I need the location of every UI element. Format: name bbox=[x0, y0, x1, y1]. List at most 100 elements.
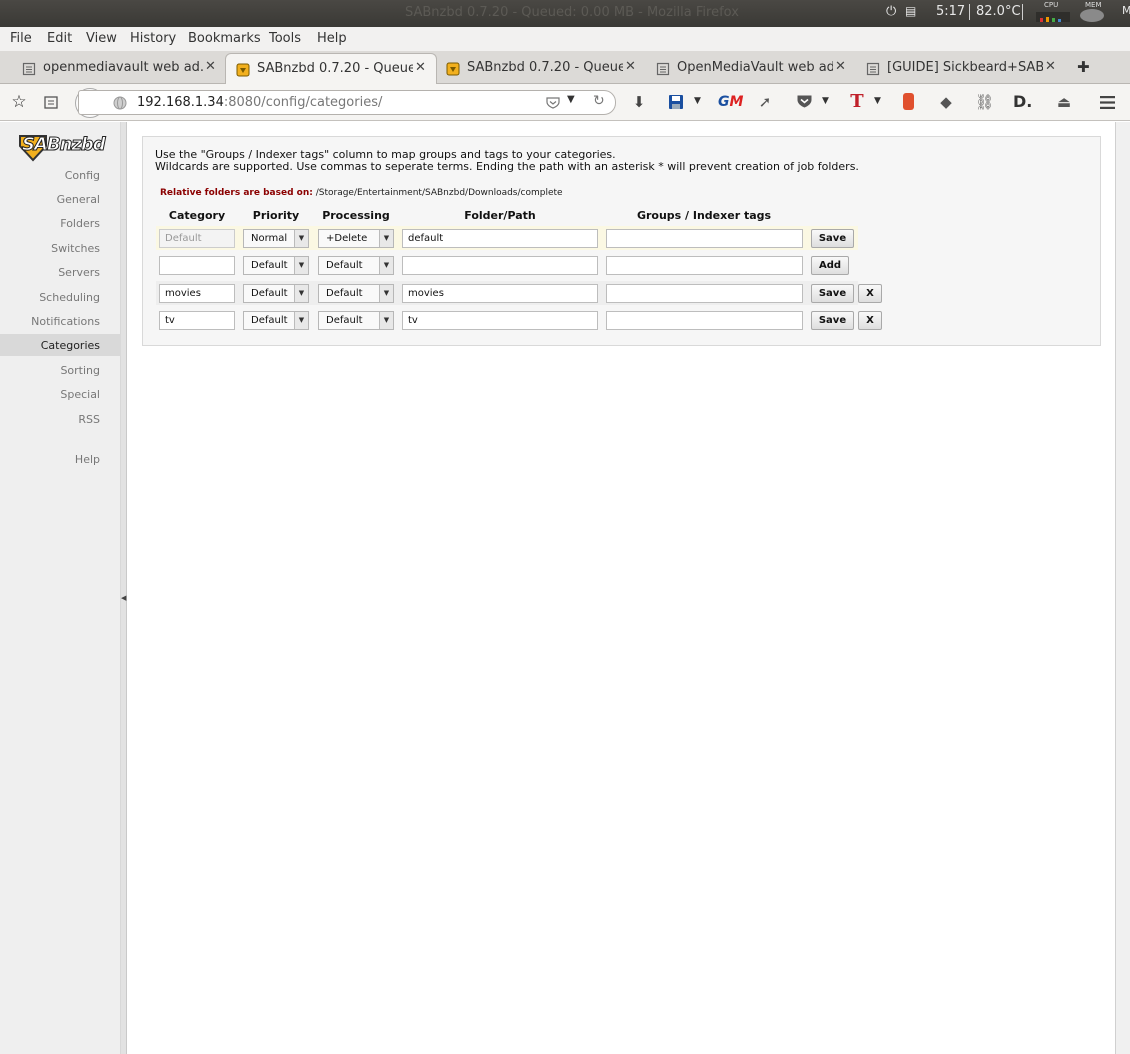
groups-indexer-input[interactable] bbox=[606, 229, 803, 248]
d-extension-icon[interactable]: D. bbox=[1013, 93, 1032, 111]
add-button[interactable]: Add bbox=[811, 256, 849, 275]
delete-button[interactable]: X bbox=[858, 311, 882, 330]
chevron-down-icon: ▼ bbox=[379, 312, 393, 329]
close-icon[interactable]: ✕ bbox=[205, 59, 216, 74]
layers-icon[interactable]: ◆ bbox=[937, 93, 955, 111]
groups-indexer-input[interactable] bbox=[606, 256, 803, 275]
new-category-input[interactable] bbox=[159, 256, 235, 275]
tab-openmediavault-1[interactable]: openmediavault web ad... ✕ bbox=[12, 53, 225, 84]
close-icon[interactable]: ✕ bbox=[1045, 59, 1056, 74]
sidebar-item-notifications[interactable]: Notifications bbox=[31, 315, 100, 328]
cpu-graph[interactable] bbox=[1036, 12, 1070, 22]
priority-select[interactable]: Normal ▼ bbox=[243, 229, 309, 248]
priority-select[interactable]: Default ▼ bbox=[243, 256, 309, 275]
chevron-down-icon[interactable]: ▼ bbox=[567, 94, 575, 105]
tab-label: SABnzbd 0.7.20 - Queued... bbox=[257, 61, 413, 76]
new-tab-plus-icon[interactable]: ✚ bbox=[1077, 58, 1090, 76]
tab-sabnzbd-2[interactable]: SABnzbd 0.7.20 - Queued... ✕ bbox=[436, 53, 646, 84]
sabnzbd-logo[interactable]: SABnzbd bbox=[14, 128, 106, 164]
sidebar-item-servers[interactable]: Servers bbox=[58, 266, 100, 279]
window-title: SABnzbd 0.7.20 - Queued: 0.00 MB - Mozil… bbox=[405, 5, 739, 20]
sidebar-item-general[interactable]: General bbox=[57, 193, 100, 206]
save-button[interactable]: Save bbox=[811, 311, 854, 330]
close-icon[interactable]: ✕ bbox=[415, 60, 426, 75]
chevron-down-icon: ▼ bbox=[294, 285, 308, 302]
sidebar-item-scheduling[interactable]: Scheduling bbox=[39, 291, 100, 304]
sidebar: SABnzbd Config General Folders Switches … bbox=[0, 122, 121, 1054]
temperature-indicator[interactable]: 82.0°C bbox=[976, 4, 1021, 19]
chevron-down-icon[interactable]: ▼ bbox=[694, 96, 701, 106]
globe-icon[interactable] bbox=[113, 96, 127, 110]
page-icon bbox=[866, 62, 880, 76]
pocket-icon[interactable] bbox=[796, 94, 813, 109]
sidebar-item-categories[interactable]: Categories bbox=[41, 339, 100, 352]
puzzle-extension-icon[interactable]: ⛓ bbox=[975, 93, 994, 111]
folder-path-input[interactable]: movies bbox=[402, 284, 598, 303]
bookmark-star-icon[interactable]: ☆ bbox=[10, 93, 28, 111]
reload-icon[interactable]: ↻ bbox=[593, 93, 605, 109]
processing-select[interactable]: Default ▼ bbox=[318, 256, 394, 275]
url-bar[interactable]: 192.168.1.34:8080/config/categories/ ▼ ↻ bbox=[78, 90, 616, 115]
menu-file[interactable]: File bbox=[10, 31, 32, 46]
category-input[interactable]: movies bbox=[159, 284, 235, 303]
close-icon[interactable]: ✕ bbox=[625, 59, 636, 74]
tab-label: SABnzbd 0.7.20 - Queued... bbox=[467, 60, 623, 75]
processing-select[interactable]: +Delete ▼ bbox=[318, 229, 394, 248]
sidebar-item-switches[interactable]: Switches bbox=[51, 242, 100, 255]
menu-help[interactable]: Help bbox=[317, 31, 347, 46]
collapse-arrow-icon[interactable]: ◀ bbox=[121, 594, 126, 602]
save-button[interactable]: Save bbox=[811, 229, 854, 248]
sidebar-item-special[interactable]: Special bbox=[60, 388, 100, 401]
inbox-download-icon[interactable]: ⏏ bbox=[1055, 93, 1073, 111]
folder-path-input[interactable]: default bbox=[402, 229, 598, 248]
power-icon[interactable]: ⏻ bbox=[886, 4, 896, 19]
processing-select[interactable]: Default ▼ bbox=[318, 311, 394, 330]
sidebar-item-folders[interactable]: Folders bbox=[60, 217, 100, 230]
delete-button[interactable]: X bbox=[858, 284, 882, 303]
priority-select[interactable]: Default ▼ bbox=[243, 284, 309, 303]
keyboard-icon[interactable]: ▤ bbox=[905, 4, 916, 18]
hamburger-menu-icon[interactable] bbox=[1099, 95, 1116, 110]
menu-view[interactable]: View bbox=[86, 31, 117, 46]
pocket-save-icon[interactable] bbox=[545, 96, 561, 110]
overflow-icon[interactable]: M bbox=[1122, 4, 1130, 17]
mem-graph[interactable] bbox=[1080, 9, 1104, 22]
url-text[interactable]: 192.168.1.34:8080/config/categories/ bbox=[137, 95, 382, 110]
menu-edit[interactable]: Edit bbox=[47, 31, 72, 46]
tab-sabnzbd-active[interactable]: SABnzbd 0.7.20 - Queued... ✕ bbox=[225, 53, 437, 84]
page-content: SABnzbd Config General Folders Switches … bbox=[0, 122, 1130, 1054]
chevron-down-icon: ▼ bbox=[379, 285, 393, 302]
menu-history[interactable]: History bbox=[130, 31, 176, 46]
chevron-down-icon[interactable]: ▼ bbox=[874, 96, 881, 106]
save-button[interactable]: Save bbox=[811, 284, 854, 303]
groups-indexer-input[interactable] bbox=[606, 311, 803, 330]
column-header-priority: Priority bbox=[252, 209, 300, 222]
menu-tools[interactable]: Tools bbox=[269, 31, 301, 46]
reading-list-icon[interactable] bbox=[43, 94, 59, 110]
clock[interactable]: 5:17 bbox=[936, 4, 965, 19]
sidebar-item-config[interactable]: Config bbox=[65, 169, 100, 182]
sidebar-item-sorting[interactable]: Sorting bbox=[60, 364, 100, 377]
category-input[interactable]: tv bbox=[159, 311, 235, 330]
sidebar-item-help[interactable]: Help bbox=[75, 453, 100, 466]
groups-indexer-input[interactable] bbox=[606, 284, 803, 303]
sidebar-splitter[interactable]: ◀ bbox=[121, 122, 127, 1054]
folder-path-input[interactable] bbox=[402, 256, 598, 275]
translate-t-icon[interactable]: T bbox=[848, 93, 866, 111]
page-icon bbox=[656, 62, 670, 76]
processing-select[interactable]: Default ▼ bbox=[318, 284, 394, 303]
close-icon[interactable]: ✕ bbox=[835, 59, 846, 74]
tab-openmediavault-2[interactable]: OpenMediaVault web ad... ✕ bbox=[646, 53, 856, 84]
tab-guide-sickbeard[interactable]: [GUIDE] Sickbeard+SABn... ✕ bbox=[856, 53, 1066, 84]
download-arrow-icon[interactable]: ⬇ bbox=[630, 93, 648, 111]
priority-select[interactable]: Default ▼ bbox=[243, 311, 309, 330]
folder-path-input[interactable]: tv bbox=[402, 311, 598, 330]
save-disk-icon[interactable] bbox=[668, 94, 684, 110]
chevron-down-icon[interactable]: ▼ bbox=[822, 96, 829, 106]
send-plane-icon[interactable]: ➚ bbox=[756, 93, 774, 111]
scrollbar-track[interactable] bbox=[1115, 122, 1130, 1054]
menu-bookmarks[interactable]: Bookmarks bbox=[188, 31, 261, 46]
gm-extension-icon[interactable]: GM bbox=[718, 93, 743, 111]
jar-extension-icon[interactable] bbox=[903, 93, 914, 110]
sidebar-item-rss[interactable]: RSS bbox=[78, 413, 100, 426]
